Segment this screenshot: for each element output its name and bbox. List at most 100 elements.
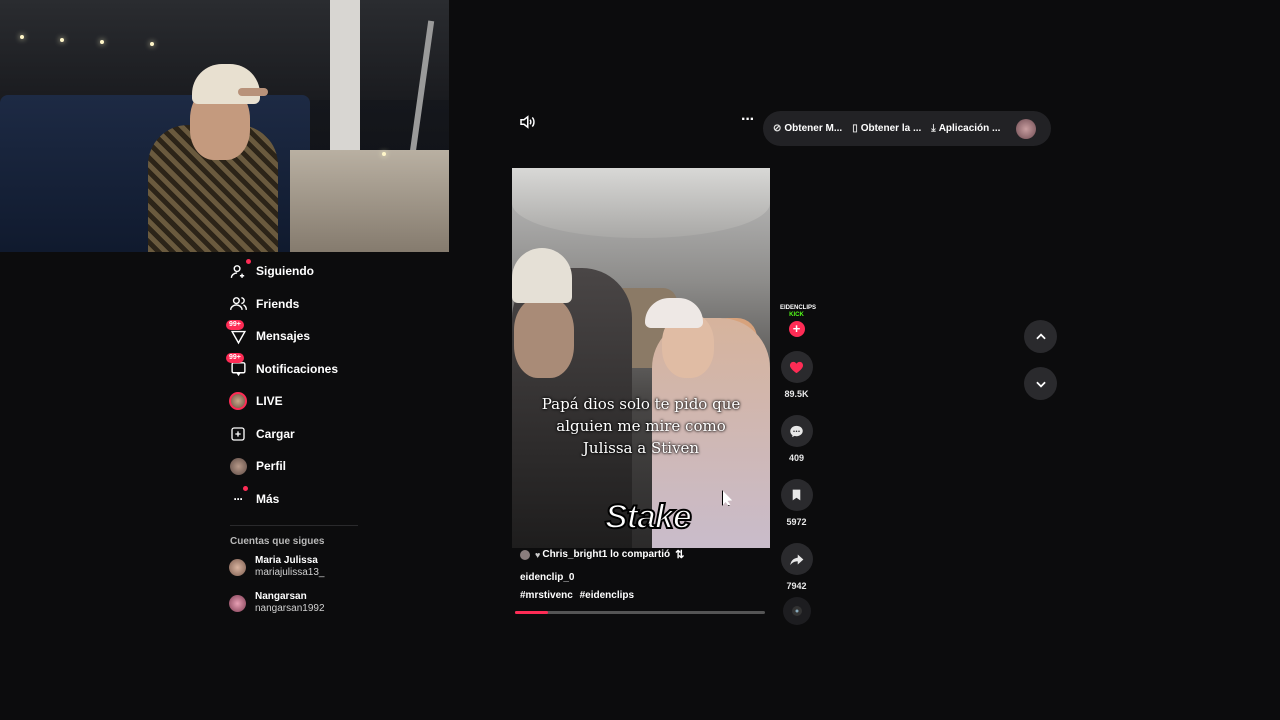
messages-badge: 99+ bbox=[226, 320, 244, 331]
video-hashtags: #mrstivenc #eidenclips bbox=[520, 590, 638, 601]
webcam-pillar bbox=[330, 0, 360, 150]
sidebar-divider bbox=[230, 525, 358, 526]
avatar bbox=[520, 549, 530, 560]
comment-icon bbox=[790, 425, 803, 437]
creator-avatar[interactable]: EIDENCLIPS KICK bbox=[780, 305, 817, 319]
sidebar-item-more[interactable]: ··· Más bbox=[228, 483, 368, 516]
next-video-button[interactable] bbox=[1024, 367, 1057, 400]
avatar bbox=[229, 558, 246, 576]
get-app-button[interactable]: ▯ Obtener la ... bbox=[852, 123, 921, 134]
creator-logo-top: EIDENCLIPS bbox=[780, 305, 817, 311]
follow-button[interactable]: + bbox=[788, 321, 805, 337]
previous-video-button[interactable] bbox=[1024, 320, 1057, 353]
get-coins-button[interactable]: ⊘ Obtener M... bbox=[773, 123, 842, 134]
notifications-icon: 99+ bbox=[226, 352, 248, 379]
music-disc-icon bbox=[791, 606, 802, 616]
upload-icon bbox=[228, 424, 248, 444]
sidebar-item-label: Friends bbox=[256, 296, 300, 311]
sidebar-item-upload[interactable]: Cargar bbox=[228, 418, 368, 451]
account-handle: nangarsan1992 bbox=[255, 603, 325, 614]
share-icon bbox=[790, 554, 804, 565]
save-button[interactable] bbox=[780, 479, 813, 511]
sidebar-item-label: Perfil bbox=[256, 459, 287, 474]
webcam-light bbox=[20, 35, 24, 39]
repost-icon: ⇅ bbox=[675, 549, 685, 561]
share-count: 7942 bbox=[786, 581, 807, 591]
get-coins-label: Obtener M... bbox=[784, 123, 843, 134]
webcam-light bbox=[100, 40, 104, 44]
desktop-app-label: Aplicación ... bbox=[938, 123, 1001, 134]
heart-icon bbox=[789, 361, 804, 373]
sidebar-item-messages[interactable]: 99+ Mensajes bbox=[226, 320, 368, 353]
heart-small-icon: ♥ bbox=[535, 549, 541, 560]
comment-count: 409 bbox=[788, 453, 805, 463]
webcam-overlay bbox=[0, 0, 449, 252]
music-disc-button[interactable] bbox=[782, 597, 811, 625]
desktop-app-button[interactable]: ⤓ Aplicación ... bbox=[931, 123, 1000, 134]
more-options-button[interactable]: ··· bbox=[741, 112, 761, 133]
sidebar: Siguiendo Friends 99+ Mensajes 99+ Notif… bbox=[226, 255, 368, 627]
notification-dot bbox=[243, 485, 248, 491]
volume-button[interactable] bbox=[518, 113, 538, 133]
top-actions-bar: ⊘ Obtener M... ▯ Obtener la ... ⤓ Aplica… bbox=[763, 111, 1051, 146]
following-icon bbox=[228, 259, 251, 281]
phone-icon: ▯ bbox=[852, 123, 858, 134]
sidebar-item-label: Siguiendo bbox=[256, 264, 314, 279]
video-caption-overlay: Papá dios solo te pido que alguien me mi… bbox=[541, 395, 741, 457]
video-progress-fill bbox=[515, 611, 548, 614]
repost-label: Chris_bright1 lo compartió bbox=[542, 549, 671, 560]
sidebar-item-notifications[interactable]: 99+ Notificaciones bbox=[226, 352, 368, 386]
comment-button[interactable] bbox=[780, 415, 813, 447]
account-handle: mariajulissa13_ bbox=[255, 567, 325, 578]
sidebar-item-label: Mensajes bbox=[256, 329, 311, 344]
live-avatar-icon bbox=[228, 391, 248, 411]
repost-info[interactable]: ♥ Chris_bright1 lo compartió ⇅ bbox=[520, 548, 684, 561]
sidebar-item-following[interactable]: Siguiendo bbox=[228, 255, 368, 288]
sidebar-item-profile[interactable]: Perfil bbox=[228, 450, 368, 483]
sidebar-item-label: Más bbox=[256, 491, 280, 506]
sidebar-item-label: Cargar bbox=[256, 426, 295, 441]
more-icon: ··· bbox=[228, 485, 248, 509]
sidebar-item-friends[interactable]: Friends bbox=[228, 288, 368, 321]
share-button[interactable] bbox=[780, 543, 813, 575]
speaker-icon bbox=[520, 115, 535, 129]
coin-icon: ⊘ bbox=[773, 123, 782, 134]
creator-logo-bottom: KICK bbox=[789, 312, 804, 318]
webcam-light bbox=[150, 42, 154, 46]
save-count: 5972 bbox=[786, 517, 807, 527]
bookmark-icon bbox=[792, 489, 801, 501]
chevron-up-icon bbox=[1035, 332, 1046, 339]
get-app-label: Obtener la ... bbox=[860, 123, 922, 134]
like-button[interactable] bbox=[780, 351, 813, 383]
video-author[interactable]: eidenclip_0 bbox=[520, 572, 574, 583]
messages-icon: 99+ bbox=[226, 320, 248, 346]
followed-account[interactable]: Nangarsan nangarsan1992 bbox=[228, 591, 368, 615]
hashtag-link[interactable]: #eidenclips bbox=[580, 590, 634, 601]
webcam-light bbox=[60, 38, 64, 42]
video-car-roof bbox=[512, 168, 770, 238]
friends-icon bbox=[228, 294, 248, 314]
account-name: Nangarsan bbox=[255, 591, 307, 602]
like-count: 89.5K bbox=[784, 389, 809, 399]
video-actions: EIDENCLIPS KICK + 89.5K 409 5972 7942 bbox=[780, 305, 817, 625]
webcam-floor bbox=[290, 150, 449, 252]
hashtag-link[interactable]: #mrstivenc bbox=[520, 590, 573, 601]
profile-avatar-icon bbox=[228, 456, 248, 476]
notifications-badge: 99+ bbox=[226, 352, 244, 363]
video-player[interactable]: Papá dios solo te pido que alguien me mi… bbox=[512, 168, 770, 548]
video-progress-bar[interactable] bbox=[515, 611, 765, 614]
download-icon: ⤓ bbox=[931, 123, 936, 134]
sidebar-item-label: Notificaciones bbox=[256, 361, 339, 376]
user-avatar[interactable] bbox=[1016, 118, 1037, 139]
video-woman-cap bbox=[645, 298, 703, 328]
webcam-light bbox=[382, 152, 386, 156]
following-accounts-title: Cuentas que sigues bbox=[230, 536, 325, 547]
followed-account[interactable]: Maria Julissa mariajulissa13_ bbox=[228, 555, 368, 579]
sidebar-item-live[interactable]: LIVE bbox=[228, 385, 368, 418]
video-man-cap bbox=[512, 248, 572, 303]
sidebar-item-label: LIVE bbox=[256, 394, 283, 409]
